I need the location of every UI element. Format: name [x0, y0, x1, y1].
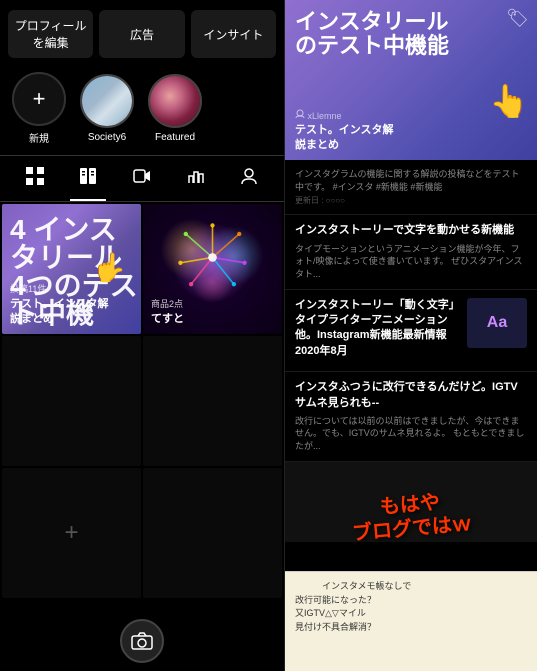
- aa-text: Aa: [487, 314, 507, 332]
- hand-pointing-icon: 👆: [92, 251, 127, 284]
- memo-text: インスタメモ帳なしで 改行可能になった？ 又IGTV△▽マイル 見付け不具合解消…: [295, 580, 527, 634]
- right-top-tag-icon: 🏷: [506, 8, 529, 29]
- article-body-1: タイプモーションというアニメーション機能が今年、フォト/映像によって使き書いてい…: [295, 243, 527, 281]
- article-with-image-2: インスタストーリー「動く文字」タイプライターアニメーション他。Instagram…: [295, 298, 527, 364]
- ads-button[interactable]: 広告: [99, 10, 184, 58]
- article-item-0[interactable]: インスタグラムの機能に関する解説の投稿などをテスト中です。 #インスタ #新機能…: [285, 160, 537, 215]
- add-card[interactable]: +: [2, 468, 141, 598]
- society6-label: Society6: [88, 132, 126, 143]
- article-item-2[interactable]: インスタストーリー「動く文字」タイプライターアニメーション他。Instagram…: [285, 290, 537, 373]
- article-date-0: 更新日 : ○○○○: [295, 195, 527, 206]
- grid-icon: [25, 166, 45, 186]
- nav-icons: [0, 155, 284, 202]
- article-thumb-2: Aa: [467, 298, 527, 348]
- author-username: xLlemne: [308, 111, 342, 121]
- stats-nav-button[interactable]: [178, 162, 214, 195]
- article-title-1: インスタストーリーで文字を動かせる新機能: [295, 223, 527, 238]
- featured-circle[interactable]: [148, 74, 202, 128]
- article-title-2: インスタストーリー「動く文字」タイプライターアニメーション他。Instagram…: [295, 298, 459, 360]
- article-title-3: インスタふつうに改行できるんだけど。IGTVサムネ見られも--: [295, 380, 527, 411]
- placeholder-card: [143, 468, 282, 598]
- camera-icon: [131, 632, 153, 650]
- article-body-0: インスタグラムの機能に関する解説の投稿などをテスト中です。 #インスタ #新機能…: [295, 168, 527, 193]
- fireworks-card-text: 商品2点 てすと: [151, 297, 274, 326]
- chart-icon: [186, 166, 206, 186]
- grid-row-1: 4 インスタリール 4つのテスト中機 👆 投稿11件 テスト。インスタ解説まとめ: [2, 204, 282, 334]
- book-icon: [78, 166, 98, 186]
- grid-nav-button[interactable]: [17, 162, 53, 195]
- top-buttons: プロフィールを編集 広告 インサイト: [0, 0, 284, 66]
- highlights-row: + 新規 Society6 Featured: [0, 66, 284, 155]
- article-text-2: インスタストーリー「動く文字」タイプライターアニメーション他。Instagram…: [295, 298, 459, 364]
- edit-profile-button[interactable]: プロフィールを編集: [8, 10, 93, 58]
- bottom-camera-area: [0, 611, 284, 671]
- fireworks-card-count: 商品2点: [151, 297, 274, 310]
- empty-card: [143, 336, 282, 466]
- highlight-new[interactable]: + 新規: [12, 72, 66, 145]
- society6-circle[interactable]: [80, 74, 134, 128]
- featured-avatar: [150, 76, 200, 126]
- empty-dark-card: [2, 336, 141, 466]
- add-icon: +: [64, 519, 78, 547]
- highlight-featured[interactable]: Featured: [148, 74, 202, 143]
- person-icon: [239, 166, 259, 186]
- camera-button[interactable]: [120, 619, 164, 663]
- memo-card: インスタメモ帳なしで 改行可能になった？ 又IGTV△▽マイル 見付け不具合解消…: [285, 571, 537, 671]
- article-item-3[interactable]: インスタふつうに改行できるんだけど。IGTVサムネ見られも-- 改行については以…: [285, 372, 537, 462]
- article-body-3: 改行については以前の以前はできましたが、今はできません。でも、IGTVのサムネ見…: [295, 415, 527, 453]
- left-panel: プロフィールを編集 広告 インサイト + 新規 Society6 Feature…: [0, 0, 285, 671]
- highlight-society6[interactable]: Society6: [80, 74, 134, 143]
- reels-nav-button[interactable]: [70, 162, 106, 195]
- play-icon: [132, 166, 152, 186]
- spacer-area: [285, 462, 537, 542]
- card-title: テスト。インスタ解説まとめ: [10, 297, 133, 326]
- plus-icon: +: [33, 88, 46, 110]
- video-nav-button[interactable]: [124, 162, 160, 195]
- right-top-bottom-text: xLlemne テスト。インスタ解説まとめ: [295, 109, 527, 152]
- card-count: 投稿11件: [10, 282, 133, 295]
- grid-content: 4 インスタリール 4つのテスト中機 👆 投稿11件 テスト。インスタ解説まとめ: [0, 202, 284, 611]
- article-list: インスタグラムの機能に関する解説の投稿などをテスト中です。 #インスタ #新機能…: [285, 160, 537, 571]
- featured-card[interactable]: 4 インスタリール 4つのテスト中機 👆 投稿11件 テスト。インスタ解説まとめ: [2, 204, 141, 334]
- right-top-large-text: インスタリールのテスト中機能: [295, 10, 449, 58]
- new-highlight-circle[interactable]: +: [12, 72, 66, 126]
- card-featured-text: 投稿11件 テスト。インスタ解説まとめ: [10, 282, 133, 326]
- article-item-1[interactable]: インスタストーリーで文字を動かせる新機能 タイプモーションというアニメーション機…: [285, 215, 537, 289]
- author-avatar: [295, 109, 305, 119]
- grid-row-3: +: [2, 468, 282, 598]
- author-name: xLlemne: [295, 109, 527, 121]
- grid-row-2: [2, 336, 282, 466]
- profile-nav-button[interactable]: [231, 162, 267, 195]
- right-top-subtitle: テスト。インスタ解説まとめ: [295, 123, 527, 152]
- fireworks-card-title: てすと: [151, 312, 274, 326]
- insights-button[interactable]: インサイト: [191, 10, 276, 58]
- society6-avatar: [82, 76, 132, 126]
- right-top-card[interactable]: インスタリールのテスト中機能 👆 🏷 xLlemne テスト。インスタ解説まとめ: [285, 0, 537, 160]
- featured-label: Featured: [155, 132, 195, 143]
- highlight-new-label: 新規: [29, 130, 49, 145]
- right-panel: インスタリールのテスト中機能 👆 🏷 xLlemne テスト。インスタ解説まとめ…: [285, 0, 537, 671]
- fireworks-card[interactable]: 商品2点 てすと: [143, 204, 282, 334]
